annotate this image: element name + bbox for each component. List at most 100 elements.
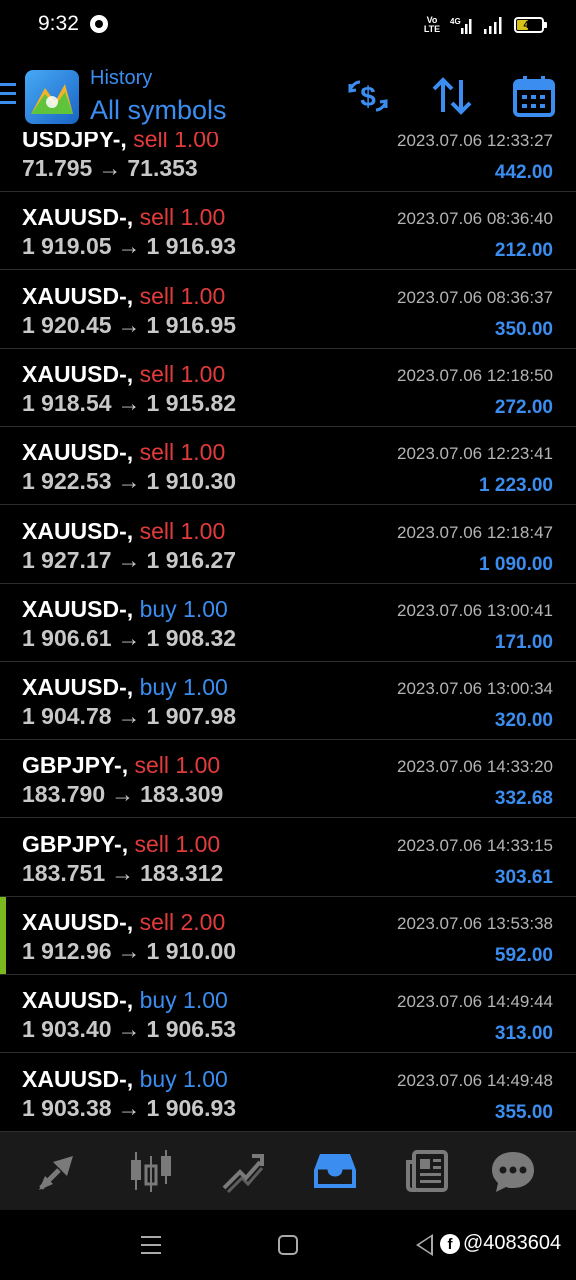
trade-volume: 1.00 [175,830,221,857]
trade-volume: 1.00 [183,595,228,622]
trade-row[interactable]: XAUUSD-, buy 1.00 1 904.78 → 1 907.98 2023.0… [0,662,576,741]
trade-prices: 1 912.96 → 1 910.00 [22,938,236,965]
trade-row[interactable]: GBPJPY-, sell 1.00 183.751 → 183.312 2023.07… [0,819,576,897]
trade-side: buy [139,1065,177,1092]
trade-time: 2023.07.06 14:33:20 [397,757,553,777]
arrow-icon: → [117,389,141,416]
trade-volume: 1.00 [180,517,226,544]
trade-row[interactable]: XAUUSD-, buy 1.00 1 906.61 → 1 908.32 2023.0… [0,584,576,662]
trade-symbol: XAUUSD-, [22,595,134,622]
header-subtitle[interactable]: History [90,67,152,90]
trade-row[interactable]: XAUUSD-, sell 2.00 1 912.96 → 1 910.00 2023.… [0,897,576,975]
watermark-text: @4083604 [463,1232,562,1254]
recent-apps-icon[interactable] [141,1236,161,1254]
trade-profit: 171.00 [494,631,553,653]
trade-symbol-line: GBPJPY-, sell 1.00 [22,831,220,858]
history-list[interactable]: USDJPY-, sell 1.00 71.795 → 71.353 2023.07.0… [0,132,576,1132]
trade-side: buy [139,674,177,701]
page-title[interactable]: All symbols [90,95,227,126]
news-icon[interactable] [404,1148,450,1194]
trade-volume: 2.00 [180,909,226,935]
trade-side: sell [139,909,175,935]
close-price: 1 916.93 [146,233,237,260]
trade-side: sell [139,360,175,387]
trade-symbol-line: XAUUSD-, sell 2.00 [22,909,225,936]
trade-time: 2023.07.06 13:00:34 [397,679,553,699]
open-price: 183.790 [22,781,106,808]
trade-profit: 303.61 [494,866,553,888]
trade-volume: 1.00 [175,752,221,779]
home-icon[interactable] [278,1235,298,1255]
trade-symbol: GBPJPY-, [22,830,129,857]
trade-symbol: XAUUSD-, [22,517,134,544]
status-bar: 9:32 Vo LTE 4G 43 [0,0,576,52]
trade-row[interactable]: GBPJPY-, sell 1.00 183.790 → 183.309 2023.07… [0,740,576,819]
trade-symbol: USDJPY-, [22,132,127,152]
calendar-icon[interactable] [512,74,556,118]
trade-symbol-line: XAUUSD-, sell 1.00 [22,361,225,388]
trade-time: 2023.07.06 08:36:40 [397,209,553,229]
quotes-icon[interactable] [35,1148,81,1194]
metatrader-logo [25,70,79,124]
battery-icon: 43 [514,17,547,33]
trade-row[interactable]: USDJPY-, sell 1.00 71.795 → 71.353 2023.07.0… [0,132,576,192]
trade-symbol-line: USDJPY-, sell 1.00 [22,132,219,153]
trade-row[interactable]: XAUUSD-, sell 1.00 1 927.17 → 1 916.27 2023.… [0,506,576,584]
close-price: 1 916.95 [146,311,237,338]
trade-symbol: GBPJPY-, [22,752,129,779]
menu-icon[interactable] [0,83,16,105]
arrow-icon: → [111,781,135,808]
close-price: 1 906.53 [146,1016,237,1043]
trade-profit: 350.00 [494,318,553,340]
arrow-icon: → [111,859,135,886]
trade-row[interactable]: XAUUSD-, buy 1.00 1 903.40 → 1 906.53 2023.0… [0,975,576,1054]
close-price: 1 916.27 [146,546,237,573]
close-price: 1 910.00 [146,938,237,964]
trade-symbol-line: XAUUSD-, sell 1.00 [22,439,225,466]
close-price: 1 906.93 [146,1094,237,1121]
candlestick-icon[interactable] [128,1148,174,1194]
sort-icon[interactable] [430,74,474,118]
trade-prices: 1 906.61 → 1 908.32 [22,625,236,652]
trade-profit: 1 223.00 [479,475,553,497]
close-price: 183.312 [140,859,224,886]
arrow-icon: → [117,546,141,573]
close-price: 183.309 [140,781,224,808]
trade-time: 2023.07.06 13:00:41 [397,600,553,620]
trade-row[interactable]: XAUUSD-, sell 1.00 1 918.54 → 1 915.82 2023.… [0,349,576,427]
trade-time: 2023.07.06 08:36:37 [397,287,553,307]
trade-symbol-line: XAUUSD-, buy 1.00 [22,1066,228,1093]
open-price: 1 903.40 [22,1016,112,1043]
trade-time: 2023.07.06 13:53:38 [397,914,553,933]
trade-side: sell [139,204,175,231]
trade-prices: 71.795 → 71.353 [22,155,198,182]
inbox-icon[interactable] [312,1148,358,1194]
trade-row[interactable]: XAUUSD-, sell 1.00 1 922.53 → 1 910.30 2023.… [0,427,576,506]
arrow-icon: → [117,1016,141,1043]
trade-symbol: XAUUSD-, [22,439,134,466]
trade-volume: 1.00 [183,1065,228,1092]
trade-side: sell [133,132,168,152]
back-icon[interactable] [416,1234,433,1256]
trade-row[interactable]: XAUUSD-, buy 1.00 1 903.38 → 1 906.93 2023.0… [0,1054,576,1132]
arrow-icon: → [117,703,141,730]
trade-profit: 442.00 [494,162,553,183]
trade-symbol-line: XAUUSD-, sell 1.00 [22,518,225,545]
trade-time: 2023.07.06 14:49:48 [397,1070,553,1090]
facebook-icon: f [440,1233,460,1254]
trade-prices: 1 903.40 → 1 906.53 [22,1016,236,1043]
trade-side: buy [139,595,177,622]
close-price: 1 907.98 [146,703,237,730]
open-price: 1 903.38 [22,1094,112,1121]
currency-exchange-icon[interactable]: $ [346,74,390,118]
chat-icon[interactable] [490,1148,536,1194]
trade-symbol-line: XAUUSD-, buy 1.00 [22,596,228,623]
trade-profit: 212.00 [494,240,553,262]
arrow-icon: → [117,311,141,338]
trade-prices: 1 920.45 → 1 916.95 [22,312,236,339]
trade-row[interactable]: XAUUSD-, sell 1.00 1 919.05 → 1 916.93 2023.… [0,192,576,271]
trade-time: 2023.07.06 12:18:50 [397,365,553,385]
trade-volume: 1.00 [180,360,226,387]
trade-row[interactable]: XAUUSD-, sell 1.00 1 920.45 → 1 916.95 2023.… [0,271,576,349]
trade-icon[interactable] [220,1148,266,1194]
